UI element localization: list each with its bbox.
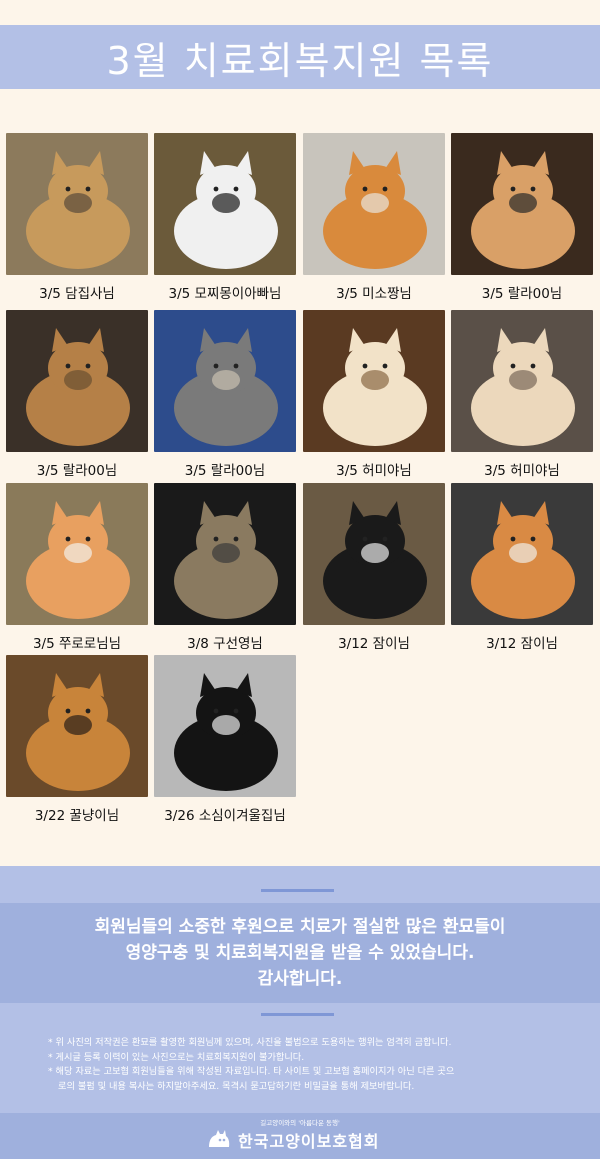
header-band: 3월 치료회복지원 목록: [0, 25, 600, 89]
cat-photo: [6, 483, 148, 625]
cat-caption: 3/26 소심이겨울집님: [164, 808, 286, 824]
cat-hand-logo-icon: [206, 1127, 232, 1153]
cat-card: 3/5 랄라00님: [154, 310, 296, 480]
cat-card: 3/12 잠이님: [451, 483, 593, 653]
cat-photo: [154, 655, 296, 797]
cat-card: 3/22 꿀냥이님: [6, 655, 148, 825]
thanks-line-2: 영양구충 및 치료회복지원을 받을 수 있었습니다.: [125, 943, 475, 963]
cat-card: 3/5 쭈로로님님: [6, 483, 148, 653]
cat-photo: [303, 310, 445, 452]
footer-tagline: 길고양이와의 '아름다운 동행': [260, 1119, 340, 1127]
cat-caption: 3/12 잠이님: [338, 636, 410, 652]
cat-caption: 3/5 허미야님: [484, 463, 560, 479]
cat-photo: [6, 310, 148, 452]
footer-logo[interactable]: 한국고양이보호협회: [206, 1127, 379, 1153]
cat-photo: [451, 133, 593, 275]
divider-bottom: [261, 1013, 334, 1016]
cat-photo: [6, 133, 148, 275]
cat-photo: [303, 133, 445, 275]
cat-caption: 3/5 랄라00님: [36, 463, 118, 479]
thanks-band: 회원님들의 소중한 후원으로 치료가 절실한 많은 환묘들이 영양구충 및 치료…: [0, 903, 600, 1003]
notice-history: * 게시글 등록 이력이 있는 사진으로는 치료회복지원이 불가합니다.: [48, 1051, 305, 1063]
cat-card: 3/26 소심이겨울집님: [154, 655, 296, 825]
cat-caption: 3/22 꿀냥이님: [34, 808, 120, 824]
cat-caption: 3/5 랄라00님: [184, 463, 266, 479]
cat-caption: 3/5 허미야님: [336, 463, 412, 479]
cat-photo: [154, 133, 296, 275]
cat-caption: 3/8 구선영님: [187, 636, 263, 652]
cat-photo: [154, 310, 296, 452]
cat-card: 3/5 허미야님: [303, 310, 445, 480]
divider-top: [261, 889, 334, 892]
notice-usage-cont: 로의 불펌 및 내용 복사는 하지말아주세요. 목격시 묻고답하기란 비밀글을 …: [58, 1080, 415, 1092]
cat-photo: [451, 310, 593, 452]
cat-card: 3/5 담집사님: [6, 133, 148, 303]
notice-usage: * 해당 자료는 고보협 회원님들을 위해 작성된 자료입니다. 타 사이트 및…: [48, 1066, 455, 1077]
cat-card: 3/5 모찌몽이아빠님: [154, 133, 296, 303]
cat-card: 3/5 랄라00님: [6, 310, 148, 480]
org-name: 한국고양이보호협회: [238, 1132, 380, 1151]
thanks-line-1: 회원님들의 소중한 후원으로 치료가 절실한 많은 환묘들이: [94, 917, 506, 937]
cat-card: 3/8 구선영님: [154, 483, 296, 653]
notice-copyright: * 위 사진의 저작권은 환묘를 촬영한 회원님께 있으며, 사진을 불법으로 …: [48, 1037, 452, 1048]
cat-card: 3/5 허미야님: [451, 310, 593, 480]
cat-photo: [303, 483, 445, 625]
cat-card: 3/5 랄라00님: [451, 133, 593, 303]
cat-card: 3/12 잠이님: [303, 483, 445, 653]
cat-photo: [154, 483, 296, 625]
cat-caption: 3/5 모찌몽이아빠님: [168, 286, 282, 302]
thanks-line-3: 감사합니다.: [257, 969, 343, 989]
cat-card: 3/5 미소짱님: [303, 133, 445, 303]
cat-photo: [6, 655, 148, 797]
page-title: 3월 치료회복지원 목록: [106, 38, 494, 83]
cat-caption: 3/5 미소짱님: [336, 286, 412, 302]
cat-caption: 3/5 담집사님: [39, 286, 115, 302]
notice-list: * 위 사진의 저작권은 환묘를 촬영한 회원님께 있으며, 사진을 불법으로 …: [48, 1036, 558, 1094]
cat-caption: 3/12 잠이님: [486, 636, 558, 652]
cat-photo: [451, 483, 593, 625]
cat-caption: 3/5 쭈로로님님: [32, 636, 122, 652]
cat-caption: 3/5 랄라00님: [481, 286, 563, 302]
